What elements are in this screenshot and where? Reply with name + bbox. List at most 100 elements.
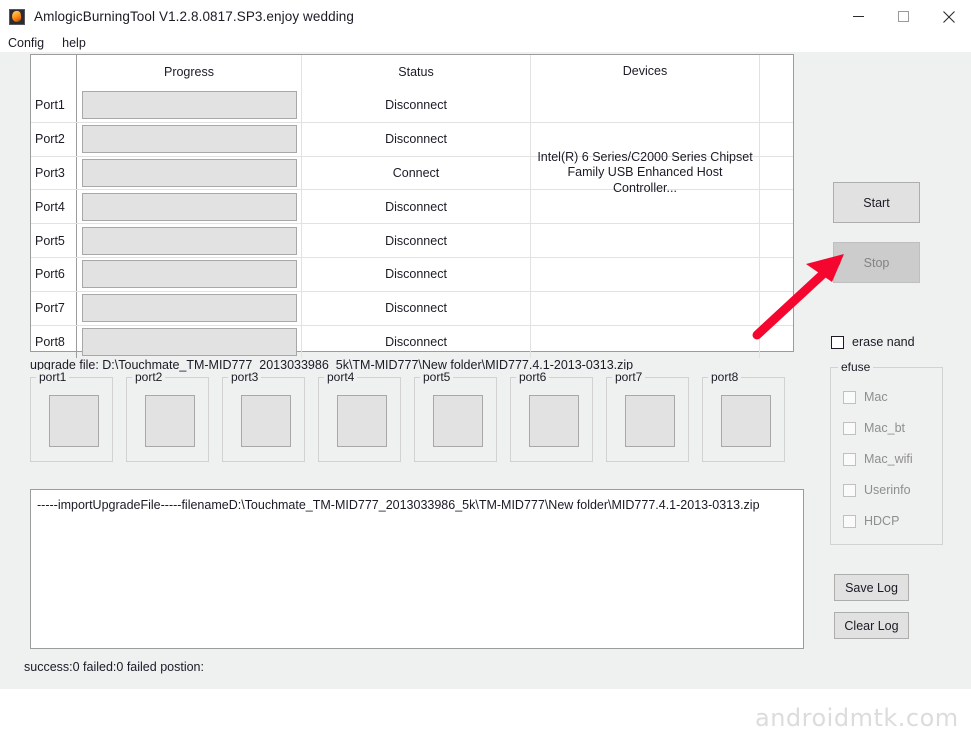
log-output[interactable]: -----importUpgradeFile-----filenameD:\To… — [30, 489, 804, 649]
row-device — [531, 224, 760, 257]
row-progress-cell — [77, 88, 302, 122]
port-group-6: port6 — [510, 370, 593, 462]
progress-bar — [81, 192, 297, 221]
row-progress-cell — [77, 291, 302, 325]
port-preview-panel[interactable] — [49, 395, 99, 447]
maximize-icon[interactable] — [881, 0, 926, 33]
row-port-label: Port8 — [31, 325, 77, 359]
row-progress-cell — [77, 325, 302, 359]
table-row[interactable]: Port1 Disconnect — [31, 88, 793, 122]
row-spacer — [760, 190, 793, 223]
port-preview-panel[interactable] — [529, 395, 579, 447]
port-group-label: port8 — [708, 370, 742, 384]
row-port-label: Port4 — [31, 190, 77, 224]
row-device — [531, 190, 760, 224]
row-progress-cell — [77, 224, 302, 257]
progress-bar — [81, 158, 297, 187]
row-port-label: Port7 — [31, 291, 77, 325]
port-preview-panel[interactable] — [241, 395, 291, 447]
table-row[interactable]: Port4 Disconnect — [31, 189, 793, 224]
row-spacer — [760, 224, 793, 257]
header-spacer — [760, 55, 793, 88]
title-bar: AmlogicBurningTool V1.2.8.0817.SP3.enjoy… — [0, 0, 971, 33]
progress-bar — [81, 125, 297, 154]
efuse-checkbox-hdcp: HDCP — [843, 514, 913, 528]
efuse-checkbox-list: Mac Mac_bt Mac_wifi Userinfo HDCP — [843, 390, 913, 545]
port-group-label: port3 — [228, 370, 262, 384]
port-group-label: port7 — [612, 370, 646, 384]
row-device — [531, 291, 760, 325]
row-status: Connect — [302, 156, 531, 190]
save-log-button[interactable]: Save Log — [834, 574, 909, 601]
port-preview-panel[interactable] — [721, 395, 771, 447]
client-area: androidmtk.com Progress Status Devices P… — [0, 52, 971, 732]
progress-bar — [81, 90, 297, 119]
row-spacer — [760, 88, 793, 122]
table-row[interactable]: Port3 Connect Intel(R) 6 Series/C2000 Se… — [31, 150, 793, 195]
port-preview-panel[interactable] — [337, 395, 387, 447]
header-status: Status — [302, 55, 531, 88]
port-group-label: port2 — [132, 370, 166, 384]
port-group-2: port2 — [126, 370, 209, 462]
menu-bar: Config help — [0, 33, 971, 52]
window-controls — [836, 0, 971, 33]
table-row[interactable]: Port6 Disconnect — [31, 256, 793, 291]
row-progress-cell — [77, 122, 302, 156]
progress-bar — [81, 226, 297, 255]
table-row[interactable]: Port8 Disconnect — [31, 324, 793, 359]
row-port-label: Port3 — [31, 156, 77, 190]
progress-bar — [81, 327, 297, 356]
port-group-1: port1 — [30, 370, 113, 462]
efuse-item-label: Mac — [864, 390, 888, 404]
port-preview-panel[interactable] — [433, 395, 483, 447]
row-device: Intel(R) 6 Series/C2000 Series Chipset F… — [531, 150, 760, 195]
row-spacer — [760, 123, 793, 156]
progress-bar — [81, 294, 297, 323]
row-port-label: Port2 — [31, 122, 77, 156]
port-preview-panel[interactable] — [145, 395, 195, 447]
table-row[interactable]: Port7 Disconnect — [31, 290, 793, 325]
erase-nand-checkbox[interactable]: erase nand — [831, 335, 915, 349]
efuse-checkbox-mac-bt: Mac_bt — [843, 421, 913, 435]
close-icon[interactable] — [926, 0, 971, 33]
minimize-icon[interactable] — [836, 0, 881, 33]
menu-item-help[interactable]: help — [62, 36, 96, 50]
efuse-checkbox-userinfo: Userinfo — [843, 483, 913, 497]
row-device — [531, 257, 760, 291]
row-progress-cell — [77, 190, 302, 224]
status-bar: success:0 failed:0 failed postion: — [24, 660, 204, 674]
port-group-label: port1 — [36, 370, 70, 384]
watermark-bottom: androidmtk.com — [755, 704, 959, 732]
port-table: Progress Status Devices Port1 Disconnect… — [30, 54, 794, 359]
menu-item-config[interactable]: Config — [8, 36, 54, 50]
row-port-label: Port1 — [31, 88, 77, 122]
row-port-label: Port6 — [31, 257, 77, 291]
port-preview-panel[interactable] — [625, 395, 675, 447]
row-status: Disconnect — [302, 190, 531, 224]
table-row[interactable]: Port5 Disconnect — [31, 223, 793, 257]
row-progress-cell — [77, 156, 302, 190]
checkbox-box — [831, 335, 844, 349]
log-line: -----importUpgradeFile-----filenameD:\To… — [37, 498, 760, 512]
checkbox-box — [843, 514, 856, 528]
progress-bar — [81, 260, 297, 289]
checkbox-box — [843, 421, 856, 435]
checkbox-box — [843, 483, 856, 497]
window-title: AmlogicBurningTool V1.2.8.0817.SP3.enjoy… — [34, 9, 355, 24]
efuse-checkbox-mac-wifi: Mac_wifi — [843, 452, 913, 466]
row-device — [531, 325, 760, 359]
port-group-7: port7 — [606, 370, 689, 462]
row-status: Disconnect — [302, 325, 531, 359]
start-button[interactable]: Start — [833, 182, 920, 223]
efuse-group-label: efuse — [838, 360, 874, 374]
row-status: Disconnect — [302, 122, 531, 156]
table-body: Port1 Disconnect Port2 Disconnect Port3 … — [31, 88, 793, 359]
row-status: Disconnect — [302, 88, 531, 122]
port-group-4: port4 — [318, 370, 401, 462]
stop-button: Stop — [833, 242, 920, 283]
port-preview-row: port1 port2 port3 port4 port5 port6 port… — [30, 370, 795, 467]
erase-nand-label: erase nand — [852, 335, 915, 349]
efuse-item-label: HDCP — [864, 514, 900, 528]
efuse-group: efuse Mac Mac_bt Mac_wifi Userinfo HDCP — [830, 360, 943, 545]
clear-log-button[interactable]: Clear Log — [834, 612, 909, 639]
